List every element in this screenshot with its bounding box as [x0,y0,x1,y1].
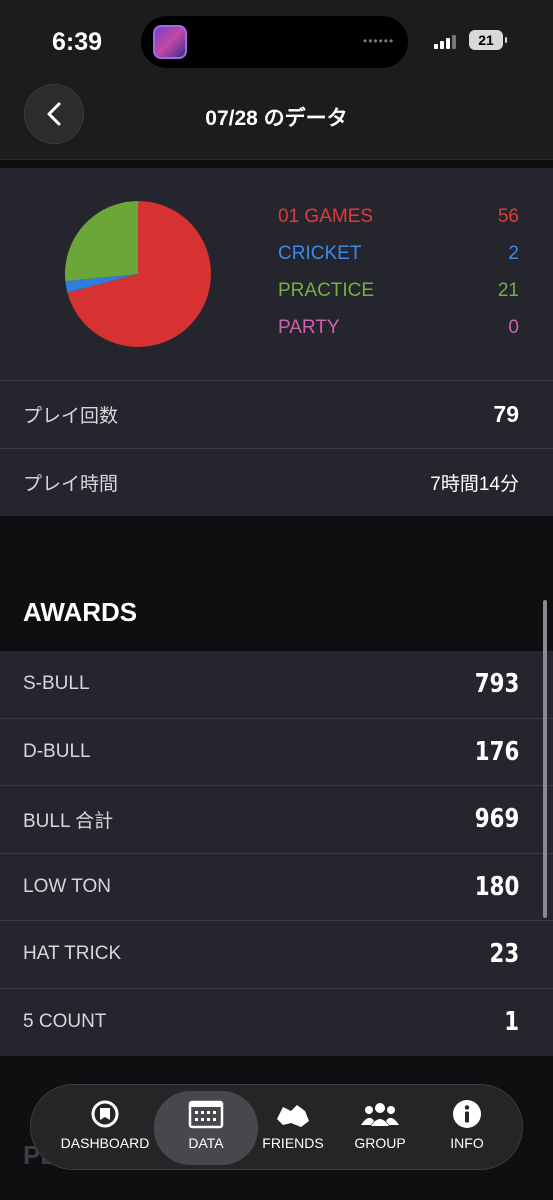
award-value: 969 [474,804,519,835]
award-value: 180 [474,871,519,902]
group-icon [361,1103,399,1126]
award-label: 5 COUNT [23,1011,107,1033]
tab-dashboard[interactable]: DASHBOARD [53,1091,157,1165]
status-time: 6:39 [52,28,103,56]
legend-label: PRACTICE [278,280,375,301]
tab-friends[interactable]: FRIENDS [257,1091,329,1165]
app-icon [153,25,187,59]
legend-value: 2 [508,243,519,264]
play-count-label: プレイ回数 [23,406,119,427]
legend-item-party: PARTY 0 [278,317,519,354]
scrollbar[interactable] [543,600,547,918]
legend-label: PARTY [278,317,340,338]
legend-label: 01 GAMES [278,206,374,227]
award-row-s-bull: S-BULL 793 [0,651,553,719]
play-time-row: プレイ時間 7時間14分 [0,448,553,516]
awards-list: S-BULL 793 D-BULL 176 BULL 合計 969 LOW TO… [0,651,553,1056]
tab-label: GROUP [354,1135,406,1151]
awards-title: AWARDS [23,597,138,627]
header: 07/28 のデータ [0,82,553,160]
legend-value: 56 [497,206,519,227]
island-dots-icon: •••••• [363,34,395,48]
tab-label: DASHBOARD [60,1135,150,1151]
award-label: S-BULL [23,673,90,695]
page-title: 07/28 のデータ [205,107,348,130]
award-row-d-bull: D-BULL 176 [0,719,553,786]
tab-info[interactable]: INFO [439,1091,495,1165]
award-row-bull-total: BULL 合計 969 [0,786,553,854]
award-row-5-count: 5 COUNT 1 [0,989,553,1057]
tab-label: FRIENDS [262,1135,324,1151]
battery-icon: 21 [469,30,507,50]
tab-label: DATA [188,1135,224,1151]
bottom-tab-bar: DASHBOARD DATA FRIENDS GROUP INFO [30,1084,523,1170]
legend-value: 0 [508,317,519,338]
tab-data[interactable]: DATA [154,1091,258,1165]
legend-item-cricket: CRICKET 2 [278,243,519,280]
tab-group[interactable]: GROUP [349,1091,411,1165]
pie-slice-practice [65,201,138,282]
legend-item-01-games: 01 GAMES 56 [278,206,519,243]
dashboard-icon [91,1100,119,1128]
pie-chart [65,201,211,347]
play-time-label: プレイ時間 [23,474,119,495]
award-value: 1 [504,1007,519,1038]
play-count-value: 79 [493,401,519,427]
info-icon [453,1100,481,1128]
award-value: 23 [489,939,519,970]
dynamic-island: •••••• [141,16,408,68]
legend-label: CRICKET [278,243,362,264]
award-label: D-BULL [23,740,91,762]
play-time-value: 7時間14分 [430,474,519,495]
legend-item-practice: PRACTICE 21 [278,280,519,317]
status-bar: 6:39 •••••• 21 [0,0,553,82]
signal-icon [434,33,460,49]
legend-value: 21 [497,280,519,301]
award-label: BULL 合計 [23,810,114,832]
chart-legend: 01 GAMES 56 CRICKET 2 PRACTICE 21 PARTY … [278,206,519,354]
play-count-row: プレイ回数 79 [0,380,553,448]
award-label: HAT TRICK [23,943,122,965]
award-value: 793 [474,669,519,700]
award-row-low-ton: LOW TON 180 [0,854,553,921]
award-label: LOW TON [23,875,111,897]
award-row-hat-trick: HAT TRICK 23 [0,921,553,989]
award-value: 176 [474,736,519,767]
calendar-icon [188,1100,224,1129]
tab-label: INFO [450,1135,484,1151]
summary-card: 01 GAMES 56 CRICKET 2 PRACTICE 21 PARTY … [0,168,553,516]
friends-icon [277,1105,309,1127]
